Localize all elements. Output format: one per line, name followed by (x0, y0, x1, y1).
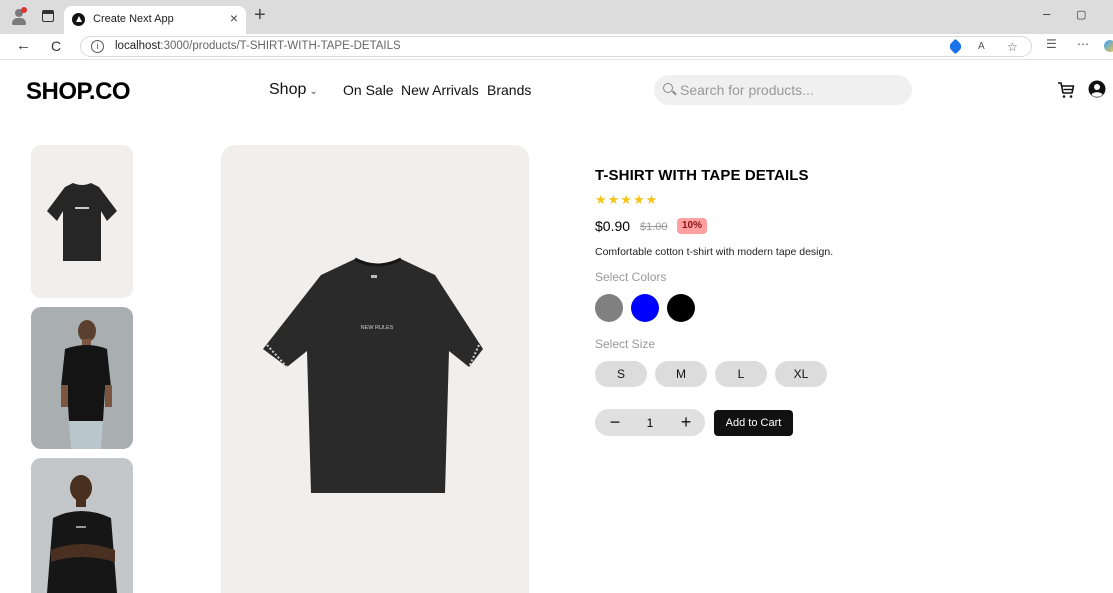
discount-badge: 10% (677, 218, 708, 234)
quantity-value: 1 (646, 416, 654, 430)
shirt-print-text: NEW RULES (361, 325, 394, 331)
product-description: Comfortable cotton t-shirt with modern t… (595, 246, 834, 258)
coupon-tag-icon[interactable] (947, 38, 964, 55)
cart-icon[interactable] (1056, 80, 1076, 100)
rating-stars-icon: ★★★★★ (595, 192, 659, 207)
restore-icon[interactable]: ▢ (1076, 8, 1086, 21)
product-title: T-SHIRT WITH TAPE DETAILS (595, 167, 809, 184)
chevron-down-icon: ⌄ (309, 86, 318, 97)
site-logo[interactable]: SHOP.CO (26, 78, 131, 106)
tshirt-main-image: NEW RULES (263, 257, 483, 493)
nav-on-sale[interactable]: On Sale (343, 82, 394, 98)
size-button-xl[interactable]: XL (775, 361, 827, 387)
url-host: localhost (115, 40, 161, 52)
url-field[interactable]: i localhost:3000/products/T-SHIRT-WITH-T… (80, 36, 1032, 57)
thumbnail-front[interactable] (31, 145, 133, 298)
tab-actions-icon[interactable] (42, 10, 54, 22)
nextjs-favicon-icon (72, 13, 85, 26)
model-front-image (47, 475, 117, 593)
add-to-cart-button[interactable]: Add to Cart (714, 410, 793, 436)
back-icon[interactable]: ← (16, 37, 31, 55)
search-icon (663, 83, 673, 93)
model-back-image (61, 320, 112, 449)
current-price: $0.90 (595, 218, 631, 234)
nav-brands[interactable]: Brands (487, 82, 531, 98)
thumbnail-front-model[interactable] (31, 458, 133, 593)
user-account-icon[interactable] (1088, 80, 1106, 98)
new-tab-icon[interactable]: + (254, 4, 266, 26)
address-bar-row: ← C i localhost:3000/products/T-SHIRT-WI… (0, 34, 1113, 60)
size-button-l[interactable]: L (715, 361, 767, 387)
site-info-icon[interactable]: i (91, 40, 104, 53)
size-button-s[interactable]: S (595, 361, 647, 387)
tshirt-thumbnail-image (47, 183, 117, 261)
main-product-image: NEW RULES (221, 145, 529, 593)
color-swatch-blue[interactable] (631, 294, 659, 322)
url-path: :3000/products/T-SHIRT-WITH-TAPE-DETAILS (160, 40, 401, 52)
decrease-quantity-button[interactable]: − (601, 409, 629, 436)
reload-icon[interactable]: C (51, 37, 61, 55)
more-icon[interactable]: ⋯ (1077, 37, 1089, 51)
nav-new-arrivals[interactable]: New Arrivals (401, 82, 479, 98)
read-aloud-icon[interactable]: A (978, 41, 985, 52)
quantity-stepper: − 1 + (595, 409, 705, 436)
original-price: $1.00 (640, 221, 668, 233)
profile-icon[interactable] (10, 7, 28, 26)
size-button-m[interactable]: M (655, 361, 707, 387)
color-swatch-black[interactable] (667, 294, 695, 322)
minimize-icon[interactable]: – (1043, 6, 1050, 21)
favorite-star-icon[interactable]: ☆ (1007, 40, 1018, 54)
tab-title: Create Next App (93, 13, 174, 25)
colors-label: Select Colors (595, 270, 667, 284)
favorites-icon[interactable]: ☰ (1046, 37, 1057, 51)
browser-tab[interactable]: Create Next App × (64, 6, 246, 34)
size-label: Select Size (595, 337, 656, 351)
search-input[interactable] (680, 75, 900, 105)
url-text[interactable]: localhost:3000/products/T-SHIRT-WITH-TAP… (115, 40, 401, 52)
color-swatch-gray[interactable] (595, 294, 623, 322)
tab-close-icon[interactable]: × (230, 10, 238, 26)
search-bar (654, 75, 912, 105)
nav-shop-dropdown[interactable]: Shop ⌄ (269, 81, 318, 99)
increase-quantity-button[interactable]: + (672, 409, 700, 436)
nav-shop-label: Shop (269, 81, 307, 98)
thumbnail-back-model[interactable] (31, 307, 133, 449)
browser-tab-bar: Create Next App × + – ▢ (0, 0, 1113, 34)
copilot-icon[interactable] (1104, 40, 1113, 52)
